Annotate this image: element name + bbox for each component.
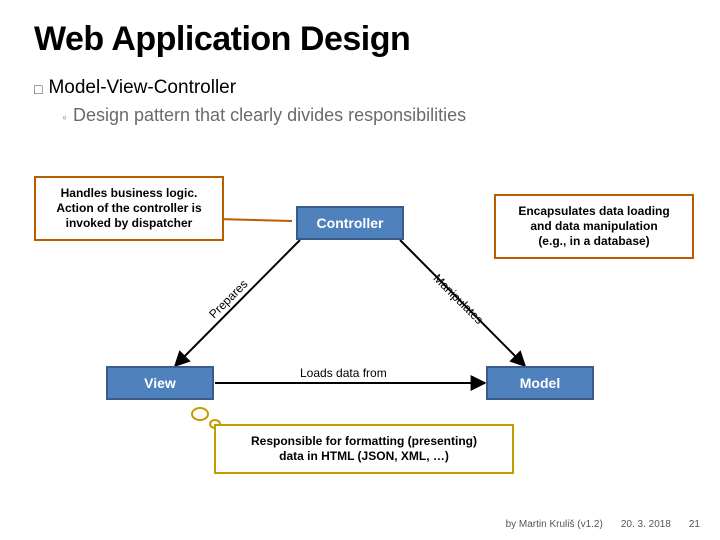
mvc-diagram: Handles business logic. Action of the co… <box>0 176 720 466</box>
bullet-level2: ◦ Design pattern that clearly divides re… <box>62 105 686 129</box>
bullet-level1: □ Model-View-Controller <box>34 77 686 101</box>
bullet2-text: Design pattern that clearly divides resp… <box>73 105 466 129</box>
slide-footer: by Martin Kruliš (v1.2) 20. 3. 2018 21 <box>506 519 700 530</box>
node-model: Model <box>486 366 594 400</box>
callout-view: Responsible for formatting (presenting) … <box>214 424 514 474</box>
footer-page: 21 <box>689 519 700 530</box>
node-controller: Controller <box>296 206 404 240</box>
footer-author: by Martin Kruliš (v1.2) <box>506 519 603 530</box>
node-view: View <box>106 366 214 400</box>
slide-title: Web Application Design <box>34 20 686 59</box>
bullet1-text: Model-View-Controller <box>48 77 236 101</box>
edge-loads: Loads data from <box>300 366 387 380</box>
callout-controller: Handles business logic. Action of the co… <box>34 176 224 241</box>
edge-manipulates: Manipulates <box>431 271 487 327</box>
bullet-square-icon: □ <box>34 77 42 101</box>
footer-date: 20. 3. 2018 <box>621 519 671 530</box>
edge-prepares: Prepares <box>206 277 250 321</box>
bullet-diamond-icon: ◦ <box>62 105 67 129</box>
callout-model: Encapsulates data loading and data manip… <box>494 194 694 259</box>
